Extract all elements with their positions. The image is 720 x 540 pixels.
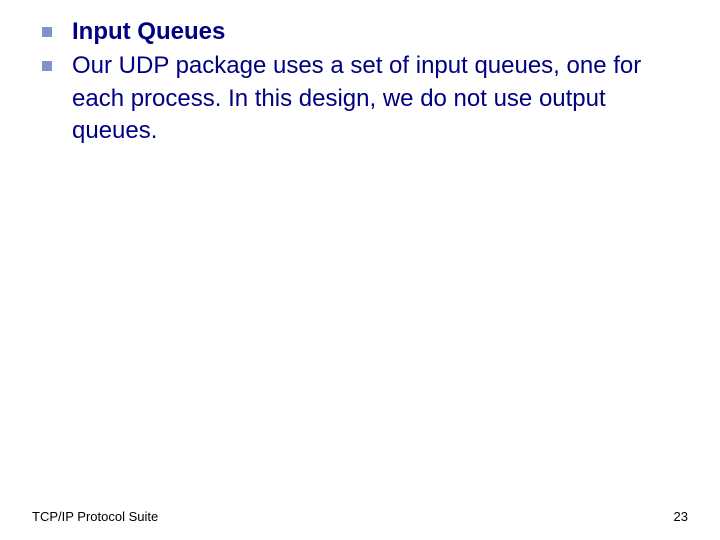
slide-footer: TCP/IP Protocol Suite 23 <box>0 509 720 524</box>
slide-content: Input Queues Our UDP package uses a set … <box>0 0 720 148</box>
square-bullet-icon <box>42 27 52 37</box>
square-bullet-icon <box>42 61 52 71</box>
page-number: 23 <box>674 509 688 524</box>
bullet-heading: Input Queues <box>72 16 680 48</box>
footer-title: TCP/IP Protocol Suite <box>32 509 158 524</box>
bullet-item: Input Queues <box>40 16 680 48</box>
bullet-item: Our UDP package uses a set of input queu… <box>40 50 680 147</box>
bullet-body: Our UDP package uses a set of input queu… <box>72 50 680 147</box>
